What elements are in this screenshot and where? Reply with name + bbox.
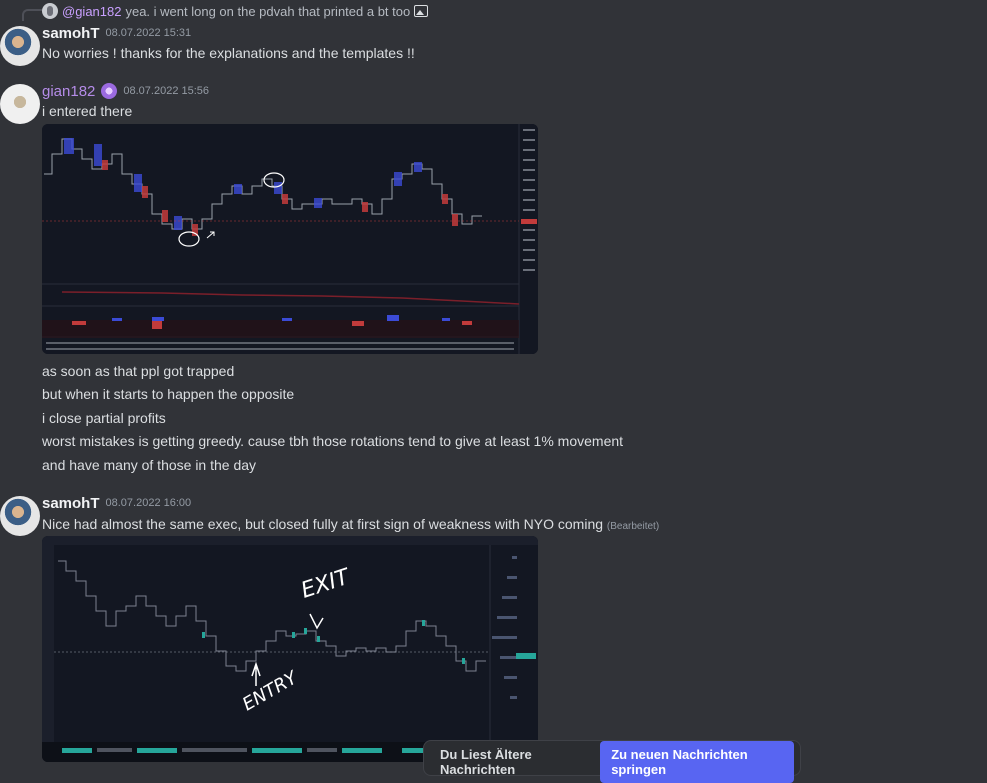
message-text: as soon as that ppl got trapped: [42, 363, 235, 379]
message-text: i close partial profits: [42, 410, 166, 426]
chart-image-attachment[interactable]: [42, 124, 538, 354]
chart-image-attachment[interactable]: EXIT ENTRY: [42, 536, 538, 762]
older-messages-text: Du Liest Ältere Nachrichten: [440, 747, 532, 777]
reply-mention[interactable]: @gian182: [62, 4, 121, 19]
message-header: samohT 08.07.2022 16:00: [42, 493, 191, 513]
message-text: No worries ! thanks for the explanations…: [42, 45, 415, 61]
timestamp: 08.07.2022 15:31: [105, 27, 192, 39]
message-text: but when it starts to happen the opposit…: [42, 386, 295, 402]
message-text: Nice had almost the same exec, but close…: [42, 516, 659, 532]
edited-label: (Bearbeitet): [606, 521, 660, 532]
jump-to-new-messages-button[interactable]: Zu neuen Nachrichten springen: [600, 741, 794, 783]
timestamp: 08.07.2022 15:56: [123, 85, 210, 97]
image-icon: [414, 5, 429, 17]
role-badge-icon: [101, 83, 118, 99]
message-text: and have many of those in the day: [42, 457, 257, 473]
message-text: worst mistakes is getting greedy. cause …: [42, 433, 624, 449]
avatar[interactable]: [0, 26, 40, 66]
message-body: Nice had almost the same exec, but close…: [42, 516, 604, 532]
username[interactable]: gian182: [42, 83, 95, 100]
footprint-chart-image: EXIT ENTRY: [42, 536, 538, 762]
message-header: samohT 08.07.2022 15:31: [42, 23, 191, 43]
avatar[interactable]: [0, 496, 40, 536]
footprint-chart-image: [42, 124, 538, 354]
reply-avatar: [42, 3, 58, 19]
username[interactable]: samohT: [42, 495, 100, 512]
reply-preview[interactable]: @gian182 yea. i went long on the pdvah t…: [42, 3, 429, 19]
avatar[interactable]: [0, 84, 40, 124]
older-messages-bar: Du Liest Ältere Nachrichten Zu neuen Nac…: [423, 740, 801, 783]
reply-text: yea. i went long on the pdvah that print…: [125, 3, 411, 19]
message-header: gian182 08.07.2022 15:56: [42, 81, 209, 101]
message-text: i entered there: [42, 103, 133, 119]
timestamp: 08.07.2022 16:00: [105, 497, 192, 509]
reply-connector: [22, 9, 42, 21]
username[interactable]: samohT: [42, 25, 100, 42]
